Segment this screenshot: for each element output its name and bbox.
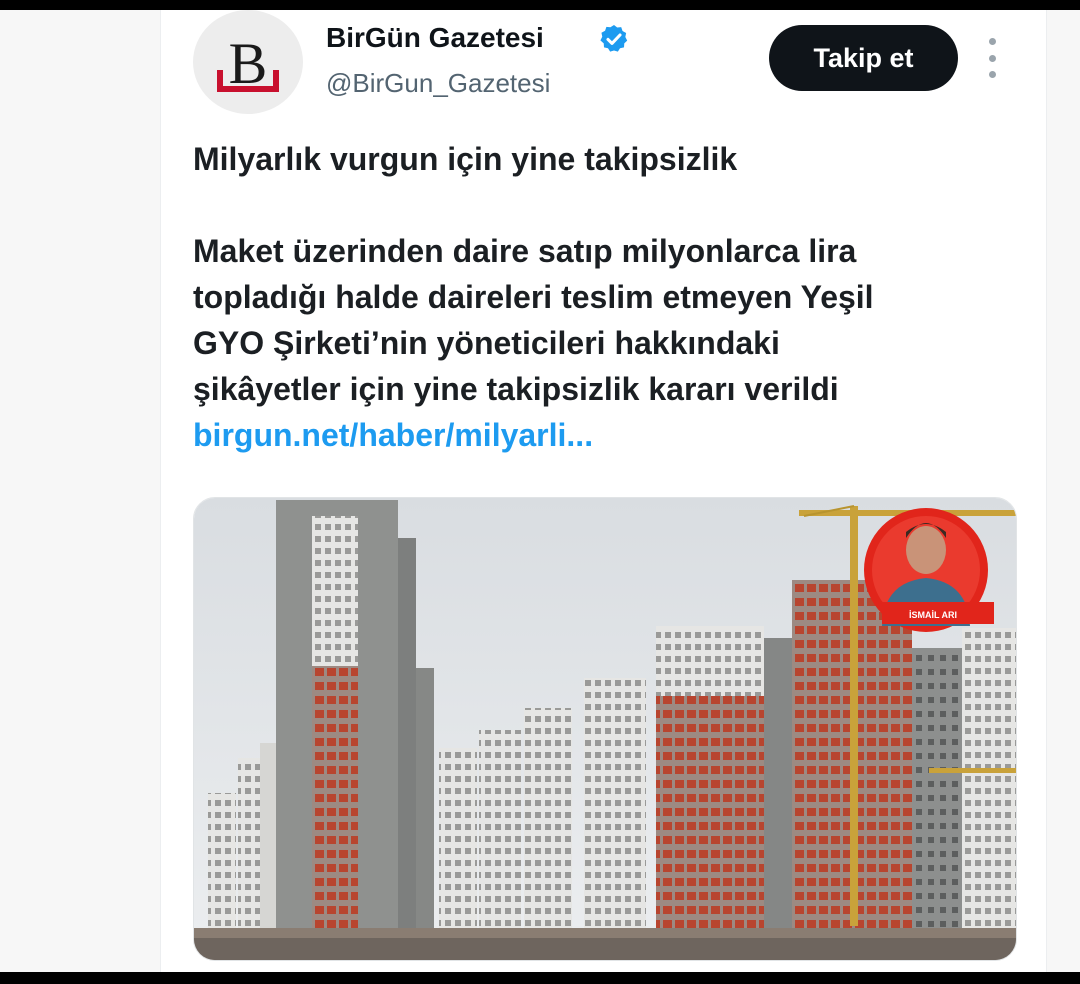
account-avatar[interactable]: B (193, 10, 303, 114)
bottom-black-bar (0, 972, 1080, 984)
left-margin (0, 10, 160, 972)
tweet-body-line: şikâyetler için yine takipsizlik kararı … (193, 371, 839, 407)
reporter-name-label: İSMAİL ARI (909, 610, 957, 620)
more-vertical-icon[interactable] (980, 38, 1004, 78)
account-display-name[interactable]: BirGün Gazetesi (326, 22, 544, 54)
more-dot (988, 38, 996, 45)
tweet-text: Milyarlık vurgun için yine takipsizlik M… (193, 136, 1033, 458)
more-dot (988, 54, 996, 62)
account-handle[interactable]: @BirGun_Gazetesi (326, 68, 550, 99)
tweet-body-line: topladığı halde daireleri teslim etmeyen… (193, 279, 874, 315)
construction-photo: İSMAİL ARI (194, 498, 1016, 960)
avatar-logo-underline (217, 70, 279, 92)
verified-badge-icon (600, 25, 628, 52)
tweet-body-line: Maket üzerinden daire satıp milyonlarca … (193, 233, 857, 269)
right-margin (1045, 10, 1080, 972)
tweet-media-image[interactable]: İSMAİL ARI (193, 497, 1017, 961)
top-black-bar (0, 0, 1080, 10)
more-dot (988, 71, 996, 78)
tweet-link[interactable]: birgun.net/haber/milyarli... (193, 412, 1033, 458)
follow-button[interactable]: Takip et (769, 25, 958, 91)
tweet-headline: Milyarlık vurgun için yine takipsizlik (193, 141, 738, 177)
tweet-body-line: GYO Şirketi’nin yöneticileri hakkındaki (193, 325, 780, 361)
